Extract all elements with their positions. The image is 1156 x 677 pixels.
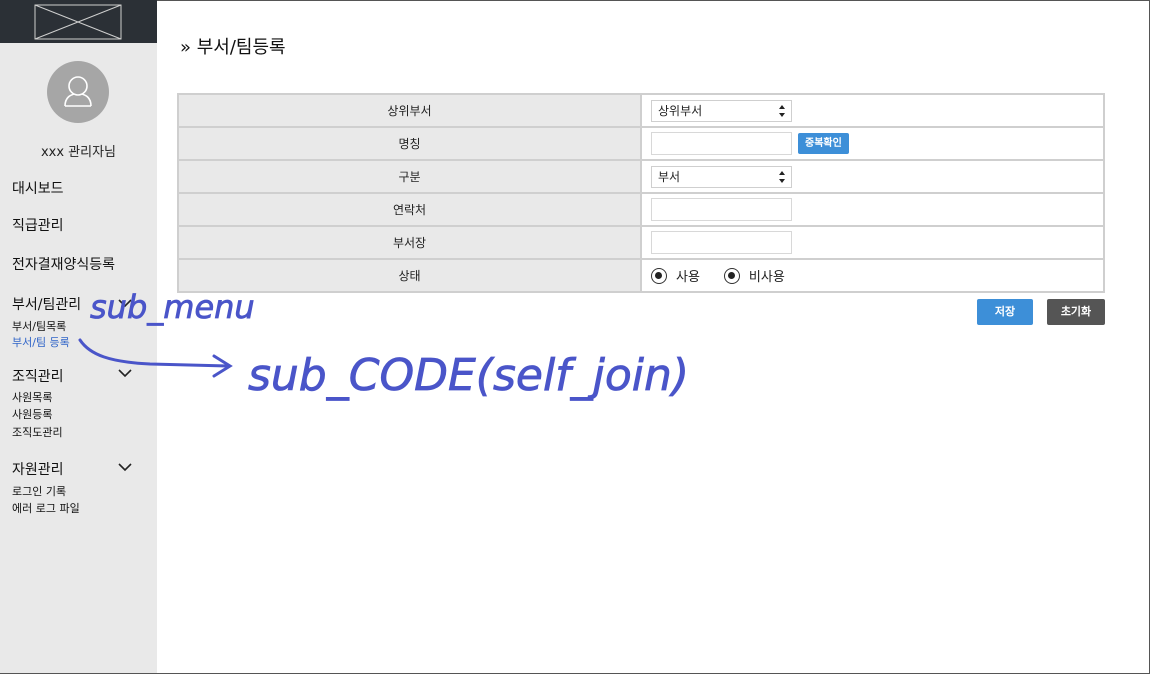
stepper-icon xyxy=(779,170,785,183)
sidebar-item-dept-register[interactable]: 부서/팀 등록 xyxy=(12,334,70,350)
stepper-icon xyxy=(779,104,785,117)
status-active-radio[interactable] xyxy=(651,267,667,284)
logo[interactable] xyxy=(0,0,157,43)
sidebar: xxx 관리자님 대시보드 직급관리 전자결재양식등록 부서/팀관리 부서/팀목… xyxy=(0,0,157,673)
dept-register-form: 상위부서 상위부서 명칭 중복확인 구분 부서 연락처 부서장 상태 사용 비사… xyxy=(177,93,1105,293)
page-title: » 부서/팀등록 xyxy=(180,37,286,58)
sidebar-item-org-chart[interactable]: 조직도관리 xyxy=(12,424,63,440)
form-row-head: 부서장 xyxy=(177,225,1105,260)
sidebar-item-approval-form[interactable]: 전자결재양식등록 xyxy=(12,254,115,274)
status-inactive-radio[interactable] xyxy=(723,267,740,284)
sidebar-item-position[interactable]: 직급관리 xyxy=(12,215,64,235)
form-row-type: 구분 부서 xyxy=(177,159,1105,194)
type-label: 구분 xyxy=(177,159,642,194)
sidebar-item-dept-list[interactable]: 부서/팀목록 xyxy=(12,318,66,334)
save-button[interactable]: 저장 xyxy=(977,299,1033,325)
contact-label: 연락처 xyxy=(177,192,642,227)
sidebar-item-emp-register[interactable]: 사원등록 xyxy=(12,406,52,422)
form-row-contact: 연락처 xyxy=(177,192,1105,227)
dept-head-input[interactable] xyxy=(651,231,792,254)
image-placeholder-icon xyxy=(34,4,122,40)
status-active-label[interactable]: 사용 xyxy=(676,270,700,285)
sidebar-item-dashboard[interactable]: 대시보드 xyxy=(12,178,64,198)
user-icon xyxy=(64,76,92,107)
sidebar-item-resource[interactable]: 자원관리 xyxy=(12,459,64,479)
chevron-down-icon[interactable] xyxy=(118,462,132,472)
head-label: 부서장 xyxy=(177,225,642,260)
sidebar-item-dept[interactable]: 부서/팀관리 xyxy=(12,294,81,314)
reset-button[interactable]: 초기화 xyxy=(1047,299,1105,325)
status-inactive-label[interactable]: 비사용 xyxy=(749,270,785,285)
parent-dept-select[interactable]: 상위부서 xyxy=(651,99,792,122)
name-label: 명칭 xyxy=(177,126,642,161)
contact-input[interactable] xyxy=(651,198,792,221)
form-row-status: 상태 사용 비사용 xyxy=(177,258,1105,293)
form-row-name: 명칭 중복확인 xyxy=(177,126,1105,161)
type-value: 부서 xyxy=(658,169,681,184)
name-input[interactable] xyxy=(651,132,792,155)
admin-name: xxx 관리자님 xyxy=(40,145,117,160)
chevron-down-icon[interactable] xyxy=(118,298,132,308)
form-row-parent: 상위부서 상위부서 xyxy=(177,93,1105,128)
sidebar-item-emp-list[interactable]: 사원목록 xyxy=(12,389,52,405)
parent-label: 상위부서 xyxy=(177,93,642,128)
parent-dept-value: 상위부서 xyxy=(658,103,703,118)
type-select[interactable]: 부서 xyxy=(651,165,792,188)
chevron-down-icon[interactable] xyxy=(118,368,132,378)
avatar[interactable] xyxy=(47,61,109,123)
sidebar-item-org[interactable]: 조직관리 xyxy=(12,366,64,386)
status-label: 상태 xyxy=(177,258,642,293)
sidebar-item-error-log[interactable]: 에러 로그 파일 xyxy=(12,500,80,516)
sidebar-item-login-log[interactable]: 로그인 기록 xyxy=(12,483,66,499)
duplicate-check-button[interactable]: 중복확인 xyxy=(798,133,849,154)
